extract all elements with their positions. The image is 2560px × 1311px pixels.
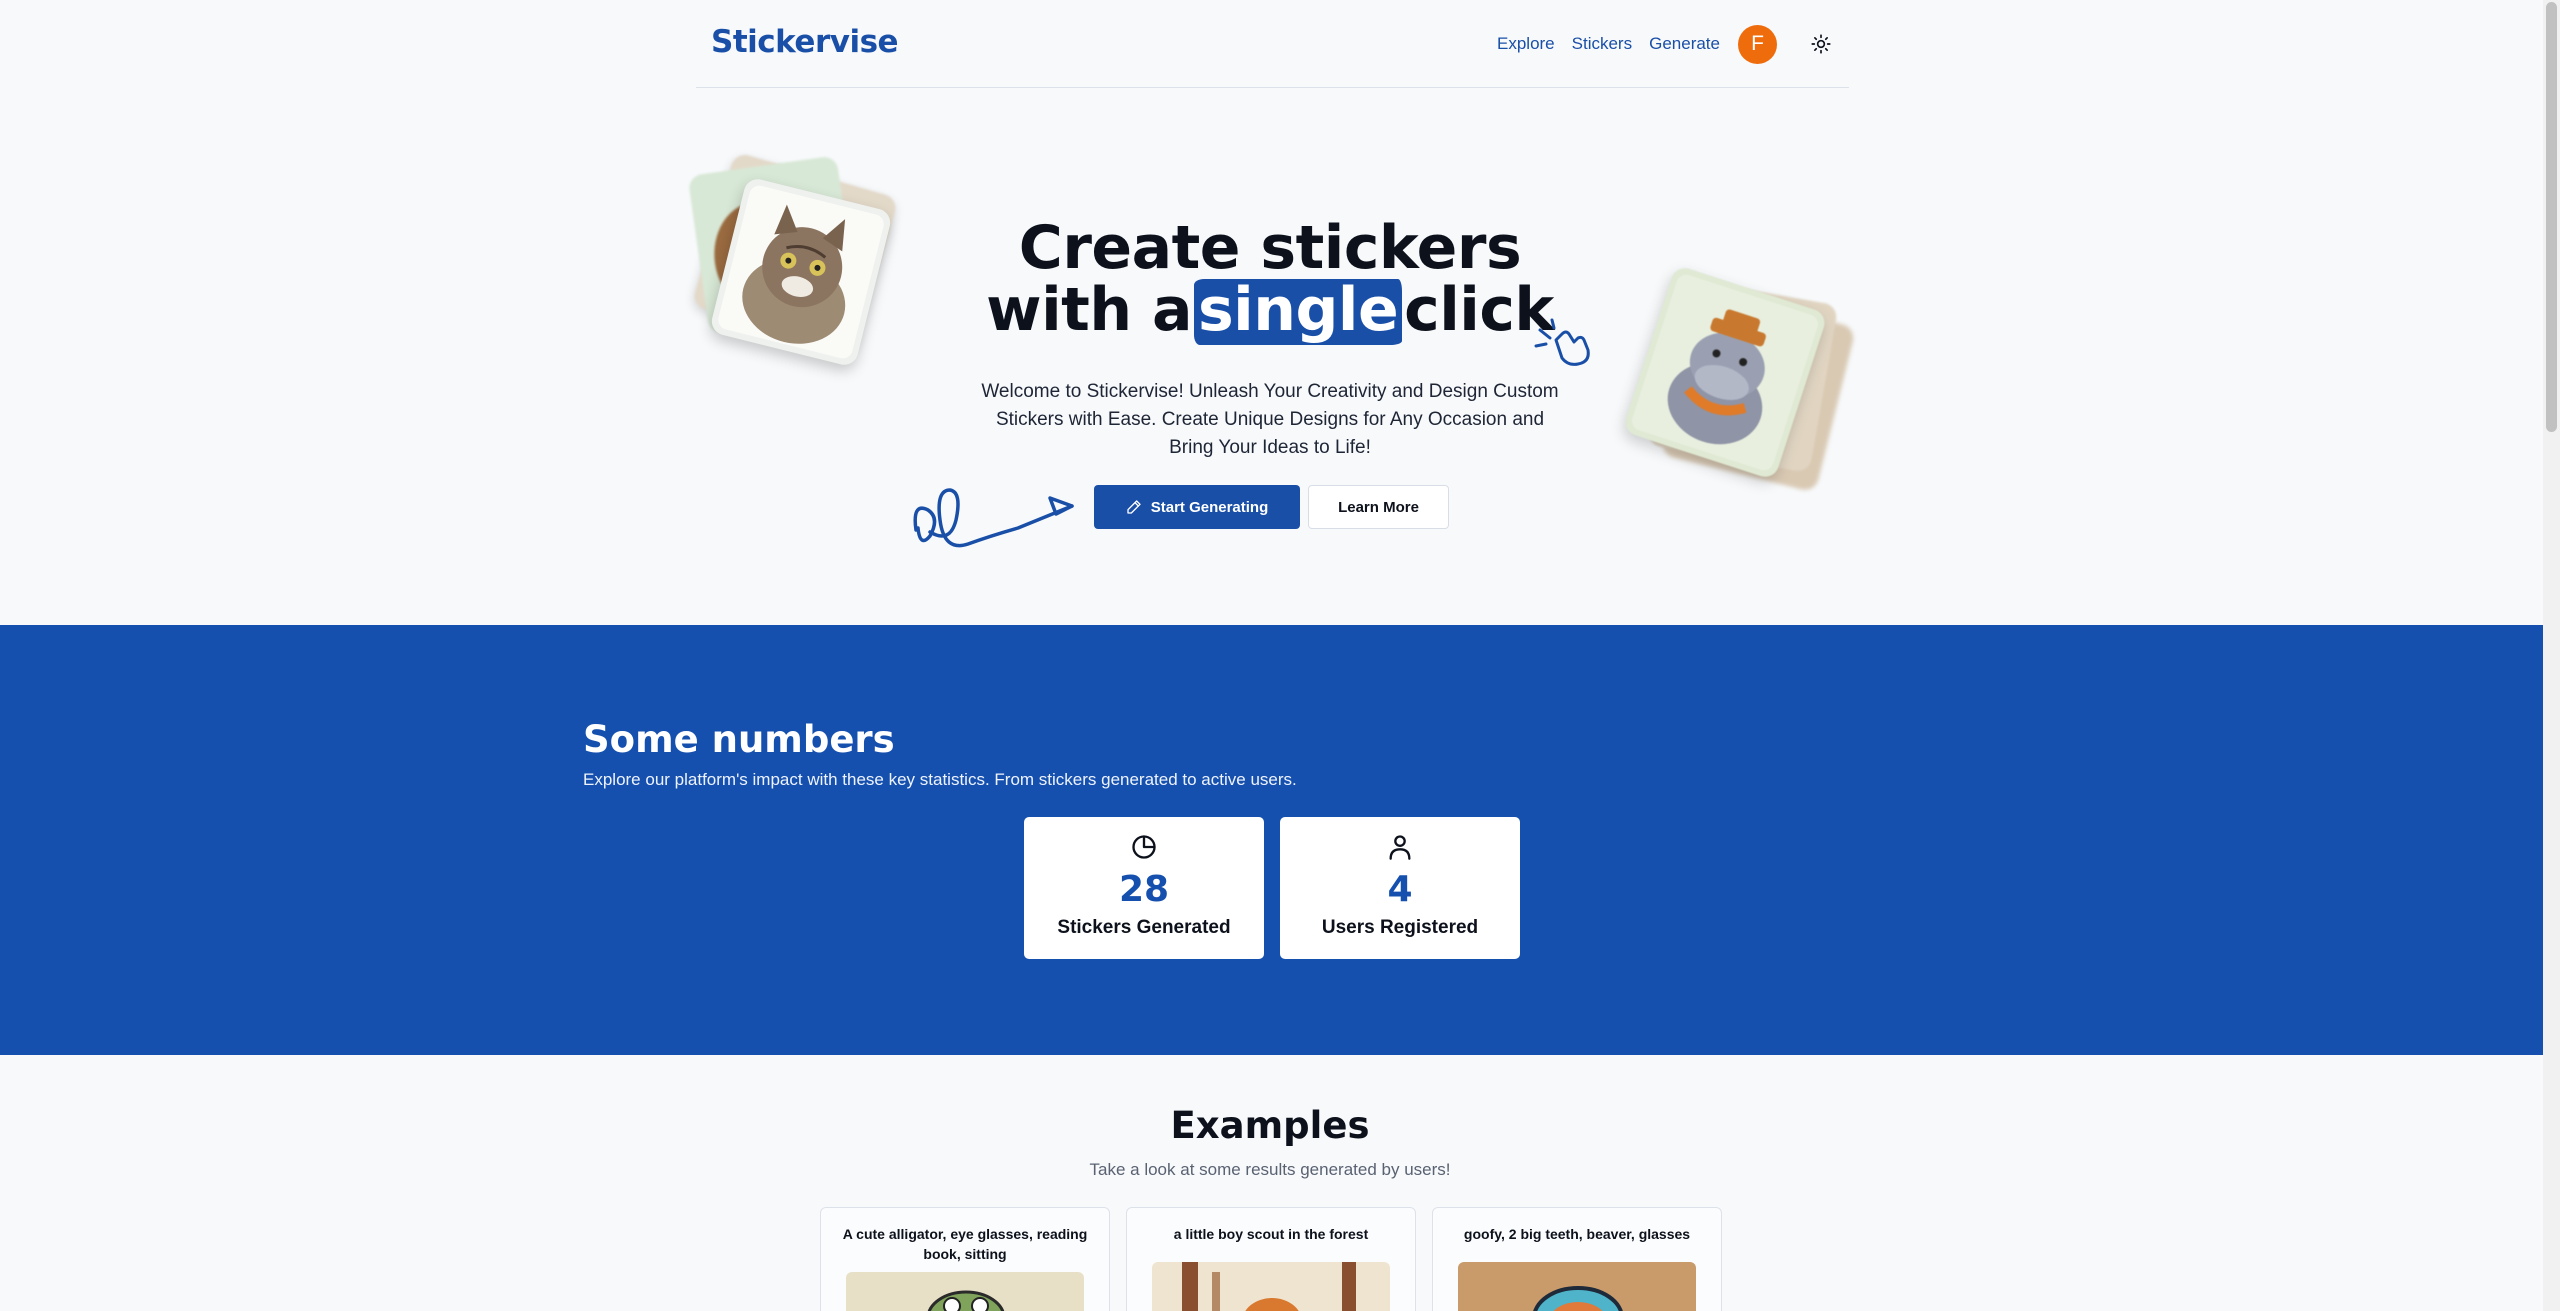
main-nav: Explore Stickers Generate F bbox=[1497, 23, 1849, 65]
start-generating-label: Start Generating bbox=[1150, 498, 1269, 516]
stats-subtitle: Explore our platform's impact with these… bbox=[583, 770, 1297, 789]
site-logo[interactable]: Stickervise bbox=[711, 24, 899, 60]
example-caption: goofy, 2 big teeth, beaver, glasses bbox=[1463, 1226, 1691, 1242]
stats-section: Some numbers Explore our platform's impa… bbox=[0, 625, 2543, 1055]
learn-more-button[interactable]: Learn More bbox=[1308, 485, 1449, 529]
squiggle-arrow-decoration bbox=[913, 488, 1074, 548]
stat-card-stickers: 28 Stickers Generated bbox=[1024, 817, 1264, 959]
hero-title-highlight: single bbox=[1193, 279, 1403, 345]
page-scrollbar[interactable] bbox=[2543, 0, 2560, 1311]
pie-chart-icon bbox=[1132, 835, 1156, 859]
hero-title-line1: Create stickers bbox=[1018, 213, 1522, 283]
nav-generate[interactable]: Generate bbox=[1649, 34, 1720, 54]
scrollbar-thumb[interactable] bbox=[2546, 2, 2557, 432]
user-avatar[interactable]: F bbox=[1738, 24, 1777, 64]
example-image bbox=[1152, 1262, 1390, 1311]
stats-title: Some numbers bbox=[583, 718, 895, 761]
start-generating-button[interactable]: Start Generating bbox=[1094, 485, 1300, 529]
hero-title-pre: with a bbox=[986, 275, 1192, 345]
example-caption: A cute alligator, eye glasses, reading b… bbox=[842, 1226, 1088, 1262]
theme-toggle-button[interactable] bbox=[1801, 24, 1841, 64]
stickers-generated-label: Stickers Generated bbox=[1057, 917, 1231, 938]
example-card[interactable]: goofy, 2 big teeth, beaver, glasses bbox=[1432, 1207, 1722, 1311]
users-registered-value: 4 bbox=[1387, 869, 1413, 910]
stat-card-users: 4 Users Registered bbox=[1280, 817, 1520, 959]
example-image bbox=[1458, 1262, 1696, 1311]
examples-subtitle: Take a look at some results generated by… bbox=[1089, 1160, 1451, 1179]
hero-title: Create stickers with a single click bbox=[960, 217, 1580, 345]
example-card[interactable]: A cute alligator, eye glasses, reading b… bbox=[820, 1207, 1110, 1311]
example-card[interactable]: a little boy scout in the forest bbox=[1126, 1207, 1416, 1311]
hero-subtitle: Welcome to Stickervise! Unleash Your Cre… bbox=[981, 381, 1559, 458]
examples-title: Examples bbox=[1170, 1104, 1370, 1147]
stickers-generated-value: 28 bbox=[1118, 869, 1170, 910]
nav-stickers[interactable]: Stickers bbox=[1572, 34, 1632, 54]
user-icon bbox=[1389, 835, 1411, 860]
sun-icon bbox=[1811, 34, 1831, 54]
users-registered-label: Users Registered bbox=[1321, 917, 1479, 938]
site-header: Stickervise Explore Stickers Generate F bbox=[696, 0, 1849, 88]
example-image bbox=[846, 1272, 1084, 1311]
pointer-click-icon bbox=[1534, 318, 1590, 366]
nav-explore[interactable]: Explore bbox=[1497, 34, 1555, 54]
pencil-icon bbox=[1127, 500, 1141, 514]
example-caption: a little boy scout in the forest bbox=[1173, 1226, 1369, 1242]
